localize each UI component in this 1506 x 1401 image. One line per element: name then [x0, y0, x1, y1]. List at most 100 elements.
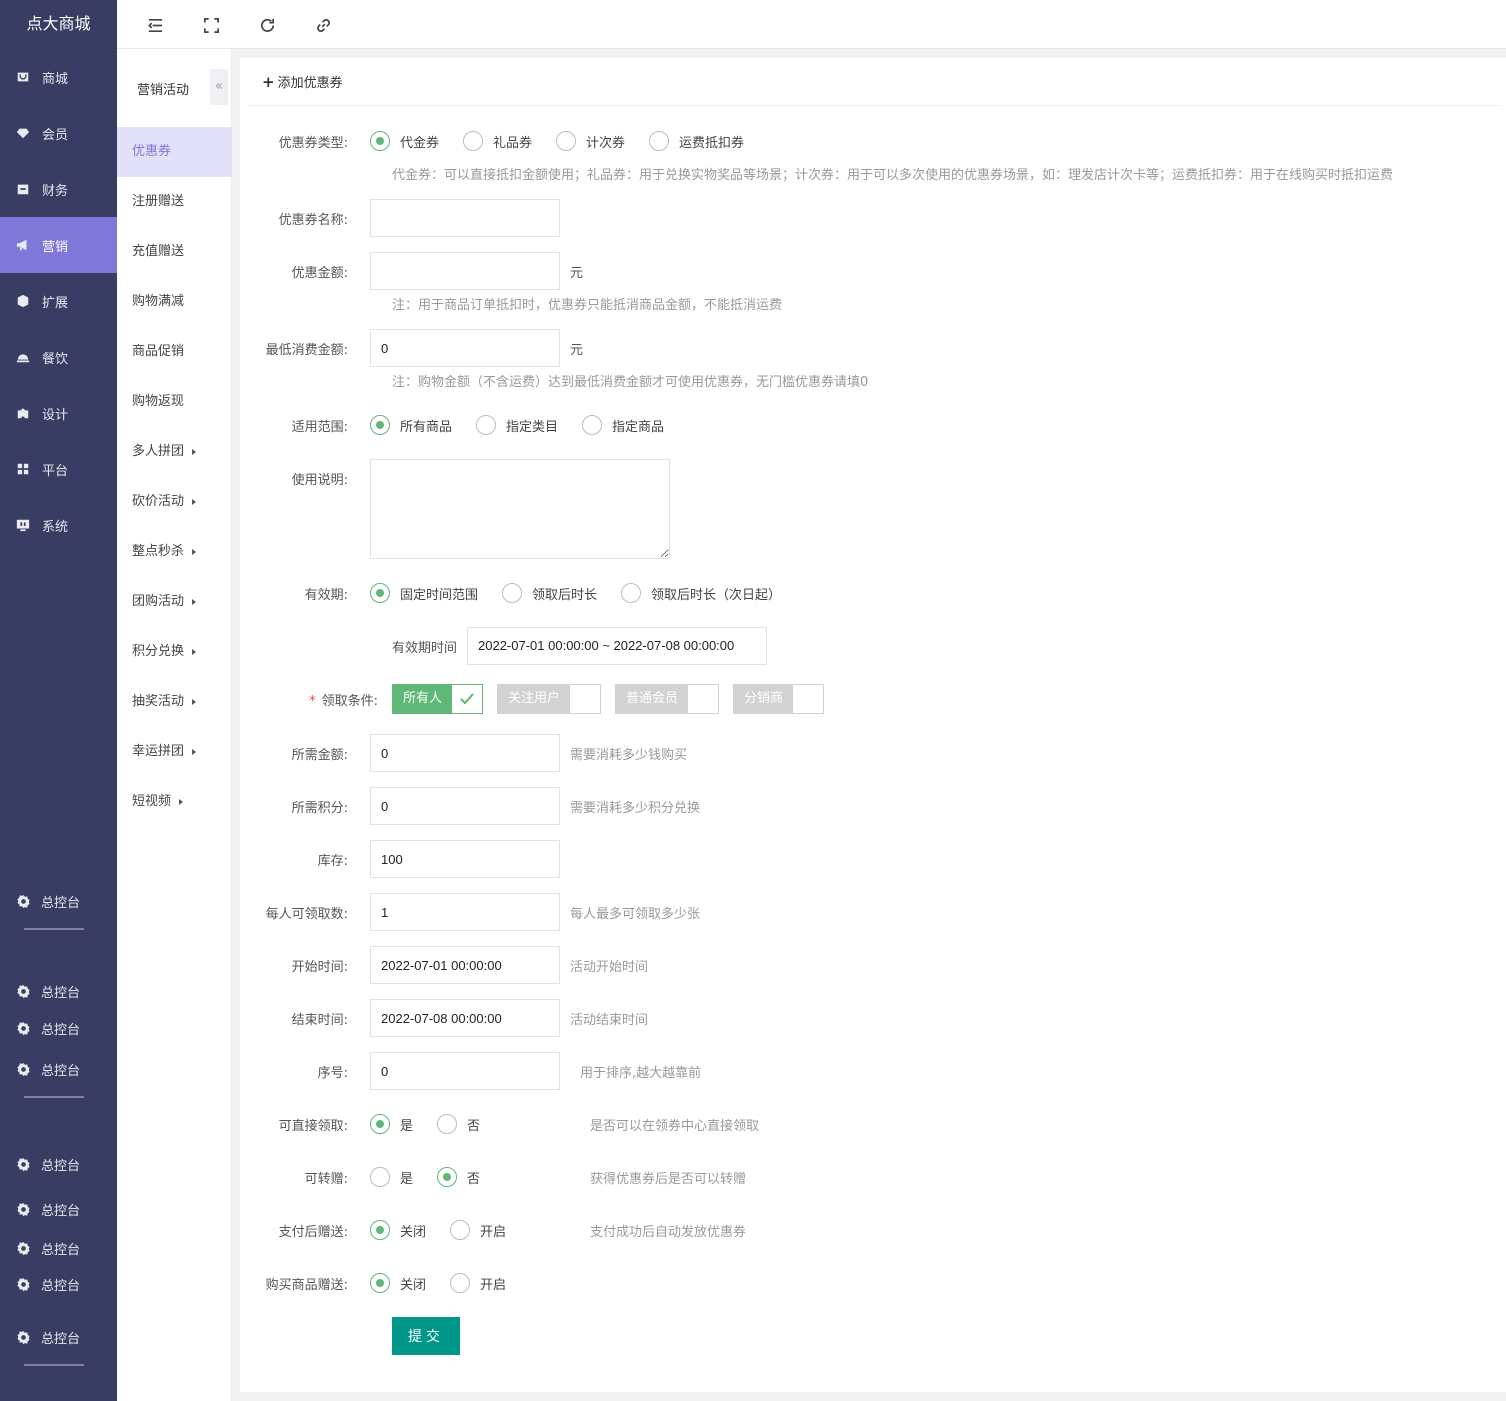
- points-label: 所需积分:: [291, 800, 348, 816]
- subnav-item-promotion[interactable]: 商品促销: [117, 327, 232, 377]
- sort-input[interactable]: [370, 1052, 560, 1090]
- console-entry[interactable]: 总控台: [0, 1057, 117, 1081]
- radio-gift-after-pay-off[interactable]: 关闭: [370, 1220, 426, 1240]
- radio-dot: [437, 1167, 458, 1187]
- radio-duration-next-day[interactable]: 领取后时长（次日起）: [621, 583, 781, 603]
- console-label: 总控台: [41, 1278, 81, 1294]
- sidebar-item-platform[interactable]: 平台: [0, 441, 117, 497]
- sidebar-item-system[interactable]: 系统: [0, 497, 117, 553]
- sidebar-item-marketing[interactable]: 营销: [0, 217, 117, 273]
- radio-category[interactable]: 指定类目: [476, 415, 558, 435]
- sort-row: 序号: 用于排序,越大越靠前: [240, 1052, 701, 1090]
- sidebar-item-design[interactable]: 设计: [0, 385, 117, 441]
- submit-button[interactable]: 提交: [392, 1317, 460, 1355]
- per-user-limit-input[interactable]: [370, 893, 560, 931]
- start-time-label: 开始时间:: [291, 959, 348, 975]
- end-time-input[interactable]: [370, 999, 560, 1037]
- sidebar-item-extend[interactable]: 扩展: [0, 273, 117, 329]
- points-input[interactable]: [370, 787, 560, 825]
- radio-gift-on-purchase-off[interactable]: 关闭: [370, 1273, 426, 1293]
- subnav-item-full-reduction[interactable]: 购物满减: [117, 277, 232, 327]
- plus-icon: +: [262, 72, 275, 91]
- subnav-item-coupon[interactable]: 优惠券: [117, 127, 232, 177]
- subnav-item-bargain[interactable]: 砍价活动: [117, 477, 232, 527]
- discount-amount-input[interactable]: [370, 252, 560, 290]
- radio-all-products[interactable]: 所有商品: [370, 415, 452, 435]
- direct-claim-row: 可直接领取: 是 否 是否可以在领券中心直接领取: [240, 1105, 759, 1143]
- console-label: 总控台: [41, 1203, 81, 1219]
- subnav-item-cashback[interactable]: 购物返现: [117, 377, 232, 427]
- link-icon[interactable]: [313, 15, 333, 35]
- radio-dot: [437, 1114, 458, 1134]
- radio-cash-coupon[interactable]: 代金券: [370, 131, 439, 151]
- checkbox-distributors[interactable]: 分销商: [733, 684, 825, 714]
- subnav-item-register-gift[interactable]: 注册赠送: [117, 177, 232, 227]
- subnav-item-group-buy[interactable]: 多人拼团: [117, 427, 232, 477]
- radio-dot: [649, 131, 670, 151]
- description-label: 使用说明:: [291, 473, 348, 488]
- sort-label: 序号:: [317, 1065, 348, 1081]
- radio-fixed-range[interactable]: 固定时间范围: [370, 583, 478, 603]
- sidebar-item-catering[interactable]: 餐饮: [0, 329, 117, 385]
- radio-count-coupon[interactable]: 计次券: [556, 131, 625, 151]
- console-entry[interactable]: 总控台: [0, 1272, 117, 1296]
- radio-transferable-no[interactable]: 否: [437, 1167, 480, 1187]
- menu-fold-icon[interactable]: [145, 15, 165, 35]
- console-entry[interactable]: 总控台: [0, 1197, 117, 1221]
- radio-dot: [556, 131, 577, 151]
- direct-claim-hint: 是否可以在领券中心直接领取: [590, 1118, 760, 1134]
- start-time-input[interactable]: [370, 946, 560, 984]
- description-textarea[interactable]: [370, 459, 670, 559]
- console-label: 总控台: [41, 985, 81, 1001]
- per-user-limit-hint: 每人最多可领取多少张: [570, 906, 701, 922]
- validity-range-input[interactable]: 2022-07-01 00:00:00 ~ 2022-07-08 00:00:0…: [467, 627, 768, 665]
- radio-gift-after-pay-on[interactable]: 开启: [450, 1220, 506, 1240]
- collapse-subnav-button[interactable]: «: [210, 69, 228, 105]
- subnav-item-lottery[interactable]: 抽奖活动: [117, 677, 232, 727]
- price-input[interactable]: [370, 734, 560, 772]
- min-spend-input[interactable]: [370, 329, 560, 367]
- checkbox-regular-members[interactable]: 普通会员: [615, 684, 720, 714]
- sidebar-item-finance[interactable]: 财务: [0, 161, 117, 217]
- console-entry[interactable]: 总控台: [0, 979, 117, 1003]
- coupon-type-hint: 代金券：可以直接抵扣金额使用；礼品券：用于兑换实物奖品等场景；计次券：用于可以多…: [392, 168, 1394, 183]
- stock-input[interactable]: [370, 840, 560, 878]
- subnav-item-points-exchange[interactable]: 积分兑换: [117, 627, 232, 677]
- console-entry[interactable]: 总控台: [0, 1236, 117, 1260]
- sort-hint: 用于排序,越大越靠前: [580, 1065, 702, 1081]
- sidebar-item-member[interactable]: 会员: [0, 105, 117, 161]
- fullscreen-icon[interactable]: [201, 15, 221, 35]
- radio-direct-claim-no[interactable]: 否: [437, 1114, 480, 1134]
- refresh-icon[interactable]: [257, 15, 277, 35]
- console-entry[interactable]: 总控台: [0, 1325, 117, 1349]
- subnav-item-recharge-gift[interactable]: 充值赠送: [117, 227, 232, 277]
- radio-freight-coupon[interactable]: 运费抵扣券: [649, 131, 744, 151]
- subnav-item-lucky-group[interactable]: 幸运拼团: [117, 727, 232, 777]
- caret-right-icon: [192, 498, 197, 505]
- shop-icon: [16, 70, 30, 84]
- discount-amount-label: 优惠金额:: [291, 265, 348, 281]
- console-entry[interactable]: 总控台: [0, 889, 117, 913]
- coupon-name-input[interactable]: [370, 199, 560, 237]
- radio-product[interactable]: 指定商品: [582, 415, 664, 435]
- radio-duration-after-claim[interactable]: 领取后时长: [502, 583, 597, 603]
- claim-condition-label: * 领取条件:: [309, 693, 378, 709]
- sidebar-item-shop[interactable]: 商城: [0, 49, 117, 105]
- scope-row: 适用范围: 所有商品 指定类目 指定商品: [240, 406, 688, 444]
- min-spend-label: 最低消费金额:: [265, 342, 348, 358]
- checkbox-everyone[interactable]: 所有人: [392, 684, 484, 714]
- radio-transferable-yes[interactable]: 是: [370, 1167, 413, 1187]
- gift-on-purchase-label: 购买商品赠送:: [265, 1277, 348, 1293]
- app-logo: 点大商城: [26, 14, 91, 33]
- checkbox-followers[interactable]: 关注用户: [497, 684, 602, 714]
- console-entry[interactable]: 总控台: [0, 1016, 117, 1040]
- subnav-item-short-video[interactable]: 短视频: [117, 777, 232, 827]
- radio-gift-coupon[interactable]: 礼品券: [463, 131, 532, 151]
- radio-gift-on-purchase-on[interactable]: 开启: [450, 1273, 506, 1293]
- transferable-hint: 获得优惠券后是否可以转赠: [590, 1171, 747, 1187]
- subnav-item-flash-sale[interactable]: 整点秒杀: [117, 527, 232, 577]
- radio-direct-claim-yes[interactable]: 是: [370, 1114, 413, 1134]
- description-row: 使用说明:: [240, 459, 670, 559]
- console-entry[interactable]: 总控台: [0, 1152, 117, 1176]
- subnav-item-team-buy[interactable]: 团购活动: [117, 577, 232, 627]
